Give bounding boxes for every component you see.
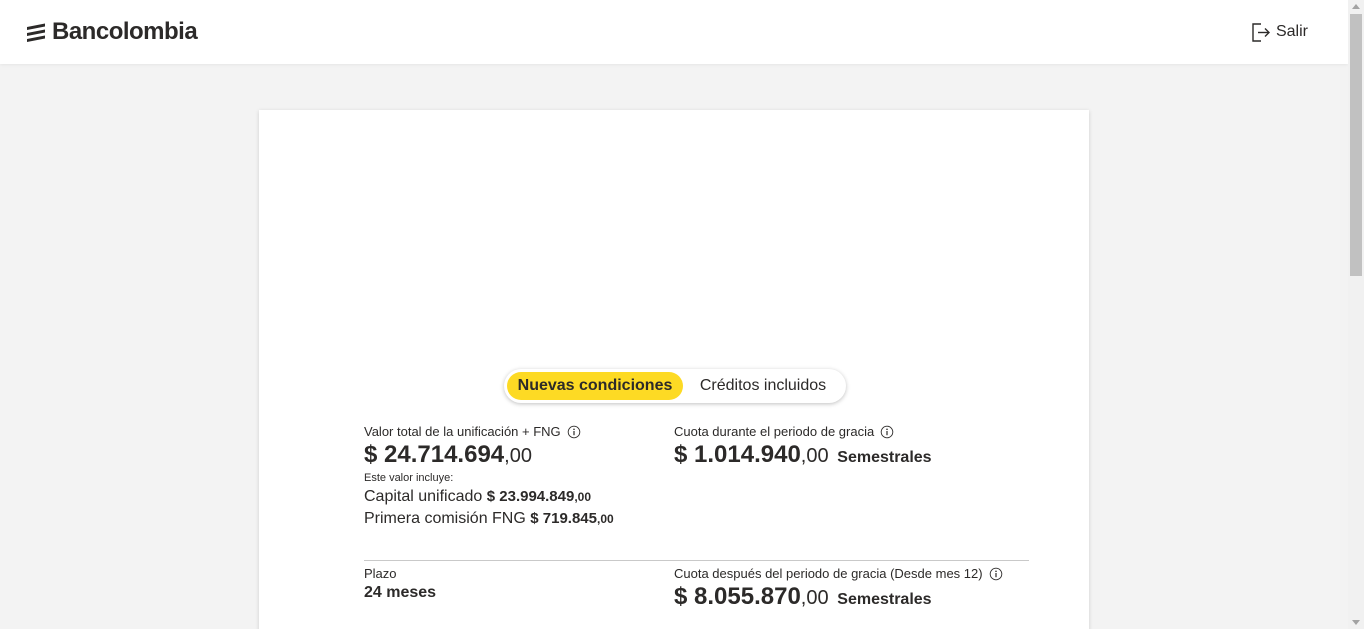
exit-button[interactable]: Salir	[1248, 20, 1308, 44]
grace-amount-unit: Semestrales	[837, 449, 932, 466]
conditions-card: Nuevas condiciones Créditos incluidos	[259, 110, 1089, 629]
commission-amount-int: $ 719.845	[530, 510, 597, 527]
scroll-up-arrow-icon[interactable]	[1352, 4, 1360, 9]
logout-icon	[1252, 23, 1270, 42]
term-block: Plazo 24 meses	[364, 566, 436, 602]
commission-amount-cents: ,00	[597, 512, 614, 526]
exit-label: Salir	[1275, 23, 1308, 40]
grace-label-row: Cuota durante el periodo de gracia	[674, 424, 932, 439]
after-amount-unit: Semestrales	[837, 591, 932, 608]
grace-amount: $ 1.014.940,00 Semestrales	[674, 441, 932, 469]
term-label: Plazo	[364, 566, 397, 581]
capital-label: Capital unificado	[364, 488, 483, 505]
capital-amount-cents: ,00	[574, 490, 592, 504]
commission-line: Primera comisión FNG $ 719.845,00	[364, 510, 614, 528]
info-icon[interactable]	[989, 567, 1003, 581]
grace-block: Cuota durante el periodo de gracia $ 1.0…	[674, 424, 932, 469]
page-scrollbar[interactable]	[1348, 0, 1364, 629]
total-amount-cents: ,00	[504, 445, 532, 467]
total-amount-int: $ 24.714.694	[364, 441, 505, 468]
total-label: Valor total de la unificación + FNG	[364, 424, 561, 439]
grace-amount-int: $ 1.014.940	[674, 441, 801, 468]
grace-label: Cuota durante el periodo de gracia	[674, 424, 875, 439]
term-value: 24 meses	[364, 584, 437, 601]
total-block: Valor total de la unificación + FNG $ 24…	[364, 424, 614, 528]
capital-amount-int: $ 23.994.849	[486, 488, 575, 505]
scroll-thumb[interactable]	[1350, 14, 1362, 276]
bancolombia-logo-icon	[27, 23, 45, 42]
brand-name: Bancolombia	[52, 18, 198, 45]
after-amount-cents: ,00	[800, 587, 829, 609]
bancolombia-logo[interactable]: Bancolombia	[24, 18, 198, 46]
after-grace-block: Cuota después del periodo de gracia (Des…	[674, 566, 1003, 611]
after-amount-int: $ 8.055.870	[674, 583, 801, 610]
view-toggle: Nuevas condiciones Créditos incluidos	[504, 369, 846, 403]
info-icon[interactable]	[567, 425, 581, 439]
total-label-row: Valor total de la unificación + FNG	[364, 424, 614, 439]
after-label-row: Cuota después del periodo de gracia (Des…	[674, 566, 1003, 581]
grace-amount-cents: ,00	[800, 445, 829, 467]
after-label: Cuota después del periodo de gracia (Des…	[674, 566, 983, 581]
scroll-down-arrow-icon[interactable]	[1352, 620, 1360, 625]
includes-label: Este valor incluye:	[364, 472, 454, 484]
after-amount: $ 8.055.870,00 Semestrales	[674, 583, 1003, 611]
info-icon[interactable]	[880, 425, 894, 439]
top-header: Bancolombia Salir	[0, 0, 1348, 64]
commission-label: Primera comisión FNG	[364, 510, 526, 527]
section-divider	[364, 560, 1029, 561]
tab-creditos-incluidos[interactable]: Créditos incluidos	[683, 372, 843, 400]
tab-nuevas-condiciones[interactable]: Nuevas condiciones	[507, 372, 683, 400]
capital-line: Capital unificado $ 23.994.849,00	[364, 488, 614, 506]
total-amount: $ 24.714.694,00	[364, 441, 614, 469]
